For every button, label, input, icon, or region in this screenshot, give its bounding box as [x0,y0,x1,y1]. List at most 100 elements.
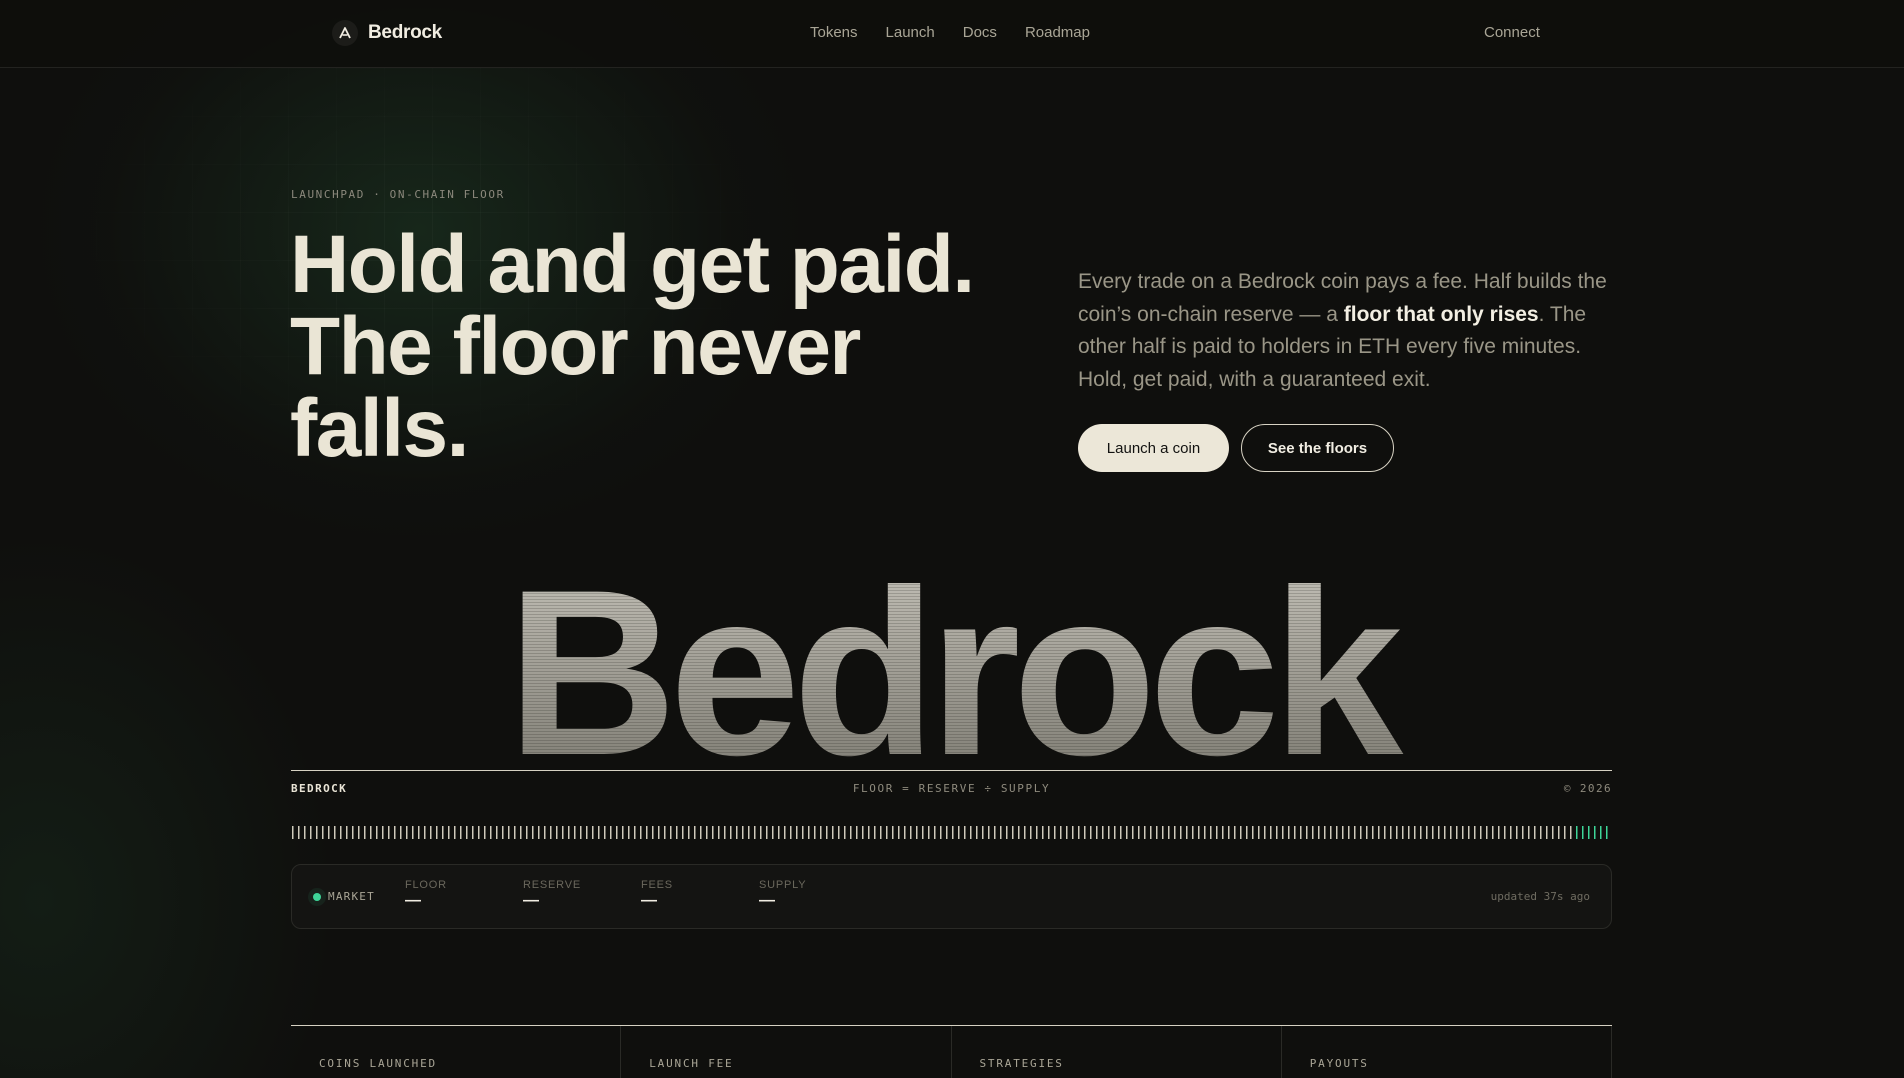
tick-mark [1324,826,1326,839]
tick-mark [448,826,450,839]
tick-mark [700,826,702,839]
tick-mark [340,826,342,839]
see-floors-button[interactable]: See the floors [1241,424,1394,472]
tick-mark [940,826,942,839]
stat-label: FLOOR [405,879,447,891]
tick-mark [1054,826,1056,839]
tick-mark [760,826,762,839]
tick-mark [436,826,438,839]
tick-mark [1432,826,1434,839]
brand[interactable]: Bedrock [332,20,442,46]
tick-mark [412,826,414,839]
tick-mark [316,826,318,839]
tick-mark [1348,826,1350,839]
tick-mark [358,826,360,839]
stat-cell-coins-launched: COINS LAUNCHED [291,1026,622,1078]
tick-mark [1120,826,1122,839]
tick-mark [1192,826,1194,839]
tick-mark [1222,826,1224,839]
tick-mark [1480,826,1482,839]
tick-mark [490,826,492,839]
tick-mark [754,826,756,839]
tick-mark [1270,826,1272,839]
tick-mark [934,826,936,839]
tick-mark [820,826,822,839]
tick-mark [1294,826,1296,839]
tick-mark [1198,826,1200,839]
tick-mark [1492,826,1494,839]
tick-mark [1450,826,1452,839]
tick-mark [1096,826,1098,839]
nav-link-launch[interactable]: Launch [886,24,935,41]
connect-button[interactable]: Connect [1484,24,1540,41]
tick-mark [610,826,612,839]
copyright: © 2026 [1563,782,1612,795]
stat-value: — [523,892,539,909]
tick-mark [1156,826,1158,839]
tick-mark [406,826,408,839]
tick-mark-active [1588,826,1590,839]
tick-mark [1276,826,1278,839]
tick-mark [1540,826,1542,839]
stat-supply: SUPPLY — [759,879,806,910]
tick-mark [1078,826,1080,839]
tick-mark [712,826,714,839]
tick-mark [502,826,504,839]
tick-mark [1390,826,1392,839]
hero-description: Every trade on a Bedrock coin pays a fee… [1078,266,1618,396]
stat-cell-label: COINS LAUNCHED [319,1057,437,1070]
tick-mark [1204,826,1206,839]
tick-mark [352,826,354,839]
tick-mark [1150,826,1152,839]
tick-mark [562,826,564,839]
nav-link-tokens[interactable]: Tokens [810,24,858,41]
tick-mark [1300,826,1302,839]
tick-mark [1000,826,1002,839]
nav-link-docs[interactable]: Docs [963,24,997,41]
tick-mark [1144,826,1146,839]
tick-mark [1414,826,1416,839]
tick-mark [1384,826,1386,839]
nav-link-roadmap[interactable]: Roadmap [1025,24,1090,41]
stat-reserve: RESERVE — [523,879,581,910]
stat-value: — [759,892,775,909]
stat-label: SUPPLY [759,879,807,891]
tick-mark [658,826,660,839]
bedrock-logo-icon [332,20,358,46]
tick-mark [832,826,834,839]
tick-mark [574,826,576,839]
tick-mark [538,826,540,839]
tick-mark [922,826,924,839]
tick-mark-active [1576,826,1578,839]
tick-mark [652,826,654,839]
tick-mark [1168,826,1170,839]
tick-mark [1342,826,1344,839]
tick-mark [388,826,390,839]
tick-mark [1570,826,1572,839]
tick-mark [1282,826,1284,839]
tick-mark [916,826,918,839]
tick-mark [952,826,954,839]
stat-cell-launch-fee: LAUNCH FEE [621,1026,952,1078]
tick-mark [1456,826,1458,839]
launch-coin-button[interactable]: Launch a coin [1078,424,1229,472]
tick-mark [838,826,840,839]
tick-mark [628,826,630,839]
tick-mark [634,826,636,839]
tick-mark [1312,826,1314,839]
meta-row: BEDROCK FLOOR = RESERVE ÷ SUPPLY © 2026 [291,782,1612,796]
stat-fees: FEES — [641,879,673,910]
tick-mark [928,826,930,839]
tick-mark [472,826,474,839]
stat-cell-payouts: PAYOUTS [1282,1026,1612,1078]
tick-mark [1486,826,1488,839]
tick-mark [1102,826,1104,839]
floor-formula: FLOOR = RESERVE ÷ SUPPLY [852,782,1051,795]
tick-mark [556,826,558,839]
tick-mark [1012,826,1014,839]
tick-mark [1252,826,1254,839]
stat-value: — [405,892,421,909]
tick-mark [868,826,870,839]
tick-mark [802,826,804,839]
stat-floor: FLOOR — [405,879,447,910]
